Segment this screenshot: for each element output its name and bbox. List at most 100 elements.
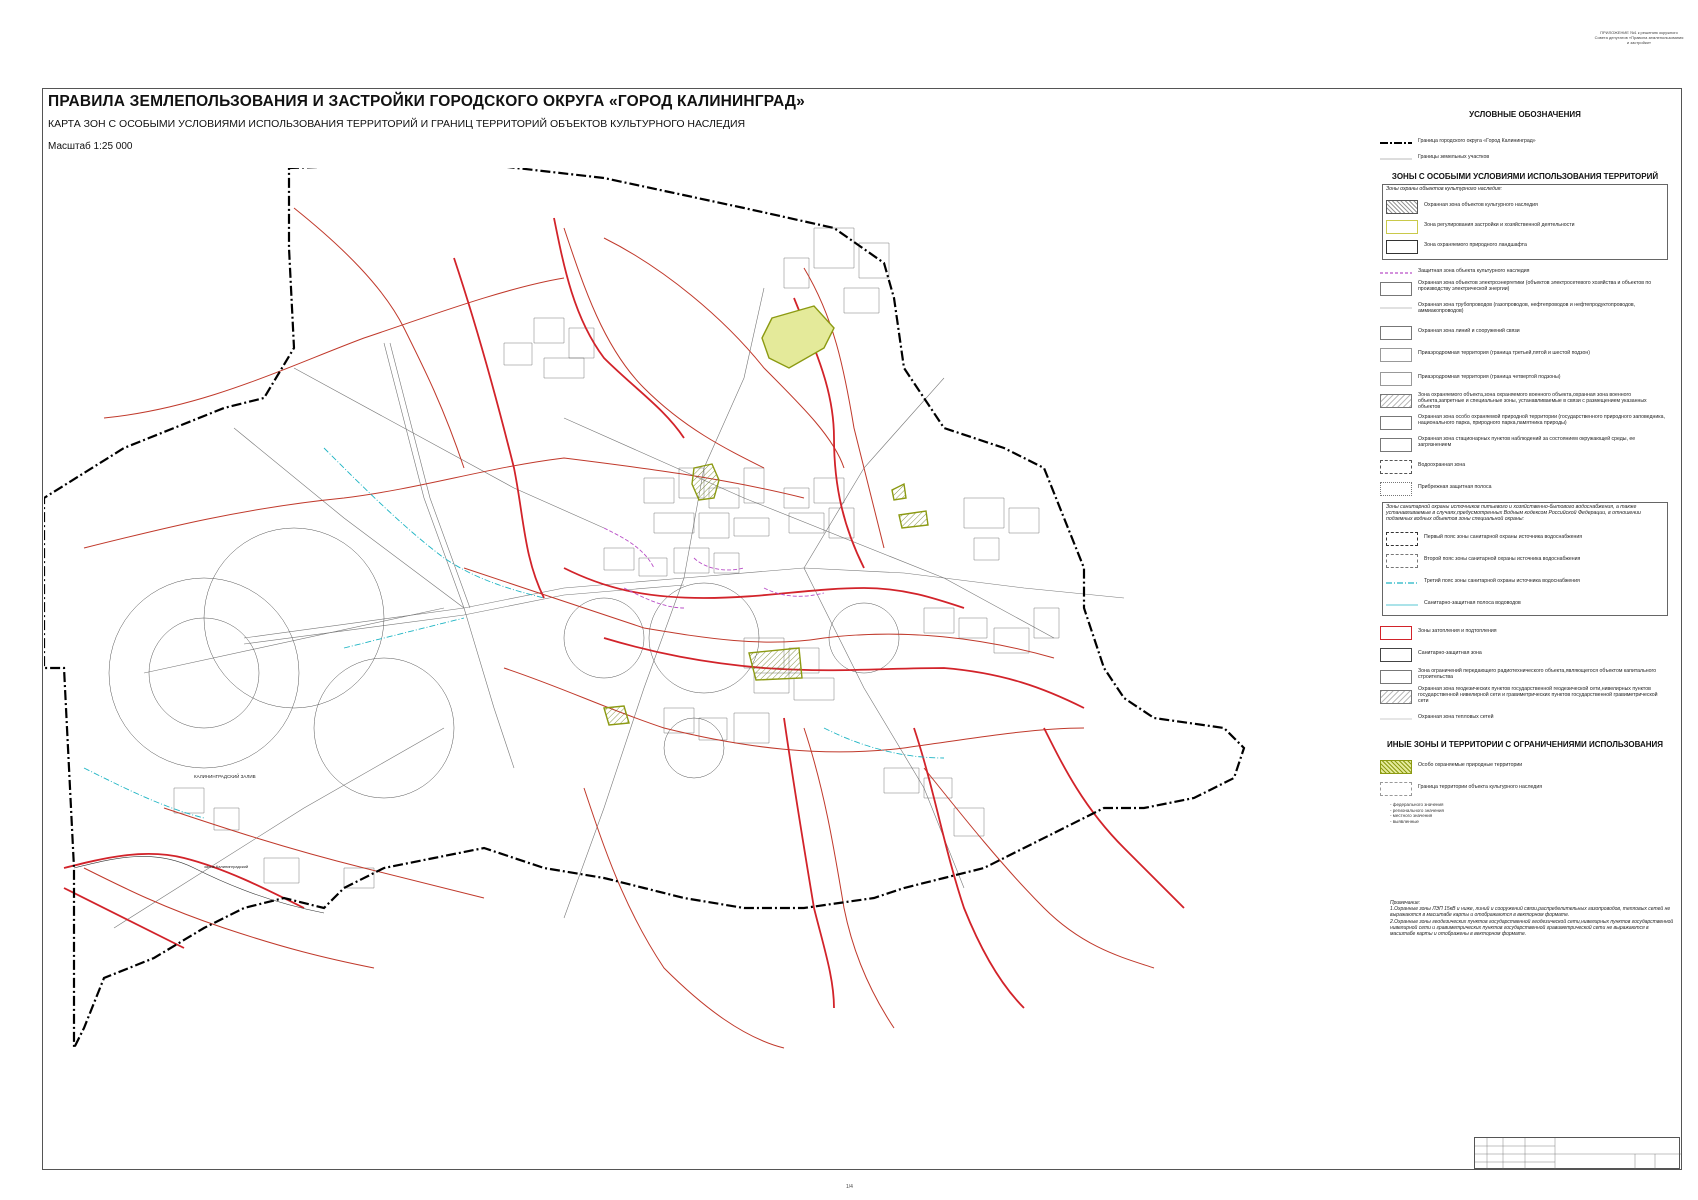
outline-symbol	[1380, 372, 1412, 386]
legend-item-sanitary-protection: Санитарно-защитная зона	[1380, 646, 1670, 666]
legend-item-heritage-landscape: Зона охраняемого природного ландшафта	[1386, 238, 1676, 258]
legend-item-monitoring: Охранная зона стационарных пунктов наблю…	[1380, 436, 1670, 456]
heritage-box-caption: Зоны охраны объектов культурного наследи…	[1386, 186, 1502, 192]
sanitary-zones	[83, 447, 945, 819]
hatch-symbol	[1380, 690, 1412, 704]
yellow-outline-symbol	[1386, 220, 1418, 234]
legend-label: Прибрежная защитная полоса	[1418, 484, 1492, 490]
outline-symbol	[1380, 282, 1412, 296]
hatch-symbol	[1386, 200, 1418, 214]
approval-note: ПРИЛОЖЕНИЕ №1 к решению окружного Совета…	[1594, 30, 1684, 45]
road-network	[113, 287, 1125, 929]
legend-label: Зоны затопления и подтопления	[1418, 628, 1497, 634]
legend-item-water-protect: Водоохранная зона	[1380, 458, 1670, 478]
legend-item-radio: Зона ограничений передающего радиотехнич…	[1380, 668, 1670, 688]
category-identified: - выявленные	[1390, 818, 1419, 824]
protected-natural-areas	[603, 305, 929, 726]
legend-item-parcels: Границы земельных участков	[1380, 150, 1670, 170]
legend-item-heritage-territory: Граница территории объекта культурного н…	[1380, 780, 1670, 800]
legend-item-power: Охранная зона объектов электроэнергетики…	[1380, 280, 1670, 300]
legend-label: Первый пояс зоны санитарной охраны источ…	[1424, 534, 1583, 540]
parcel-line-symbol	[1380, 158, 1412, 160]
legend-label: Зона охраняемого объекта,зона охраняемог…	[1418, 392, 1647, 411]
zones-heading: ЗОНЫ С ОСОБЫМИ УСЛОВИЯМИ ИСПОЛЬЗОВАНИЯ Т…	[1391, 172, 1659, 181]
legend-label: Охранная зона линий и сооружений связи	[1418, 328, 1520, 334]
legend-item-comms: Охранная зона линий и сооружений связи	[1380, 324, 1670, 344]
bay-label-small: залив Калининградский	[204, 864, 248, 869]
water-protection-zones	[83, 207, 1155, 1049]
sanitary-box-caption: Зоны санитарной охраны источников питьев…	[1386, 504, 1641, 523]
land-parcels	[173, 227, 1060, 889]
note-1: 1.Охранные зоны ЛЭП 15кВ и ниже, линий и…	[1390, 906, 1671, 919]
legend-label: Границы земельных участков	[1418, 154, 1490, 160]
bay-label: КАЛИНИНГРАДСКИЙ ЗАЛИВ	[194, 772, 256, 779]
note-2: 2.Охранные зоны геодезических пунктов го…	[1390, 918, 1674, 938]
notes: Примечание: 1.Охранные зоны ЛЭП 15кВ и н…	[1390, 900, 1675, 937]
legend-item-sanitary-2: Второй пояс зоны санитарной охраны источ…	[1386, 552, 1676, 572]
dashed-symbol	[1386, 554, 1418, 568]
dashed-symbol	[1380, 460, 1412, 474]
legend-label: Защитная зона объекта культурного наслед…	[1418, 268, 1530, 274]
legend-label: Зона регулирования застройки и хозяйстве…	[1424, 222, 1575, 228]
legend-item-nature-protect: Охранная зона особо охраняемой природной…	[1380, 414, 1670, 434]
legend-label: Граница городского округа «Город Калинин…	[1418, 138, 1536, 144]
purple-dash-symbol	[1380, 272, 1412, 274]
black-outline-symbol	[1386, 240, 1418, 254]
legend-item-geodetic: Охранная зона геодезических пунктов госу…	[1380, 686, 1670, 708]
outline-symbol	[1380, 438, 1412, 452]
legend-label: Охранная зона геодезических пунктов госу…	[1418, 686, 1658, 705]
legend-label: Третий пояс зоны санитарной охраны источ…	[1424, 578, 1580, 584]
legend-heading: УСЛОВНЫЕ ОБОЗНАЧЕНИЯ	[1469, 110, 1581, 119]
map-subtitle: КАРТА ЗОН С ОСОБЫМИ УСЛОВИЯМИ ИСПОЛЬЗОВА…	[48, 118, 746, 130]
legend-item-sanitary-3: Третий пояс зоны санитарной охраны источ…	[1386, 574, 1676, 594]
legend-item-sanitary-1: Первый пояс зоны санитарной охраны источ…	[1386, 530, 1676, 550]
legend-label: Зона ограничений передающего радиотехнич…	[1418, 668, 1657, 681]
bay-shoreline	[73, 856, 325, 914]
map-scale: Масштаб 1:25 000	[48, 141, 133, 152]
outline-symbol	[1380, 326, 1412, 340]
legend-item-military: Зона охраняемого объекта,зона охраняемог…	[1380, 392, 1670, 412]
legend-label: Второй пояс зоны санитарной охраны источ…	[1424, 556, 1581, 562]
legend-item-shore-strip: Прибрежная защитная полоса	[1380, 480, 1670, 500]
dotted-symbol	[1380, 482, 1412, 496]
legend-label: Граница территории объекта культурного н…	[1418, 784, 1543, 790]
heat-line-symbol	[1380, 718, 1412, 720]
legend-item-heat: Охранная зона тепловых сетей	[1380, 710, 1670, 730]
dashed-symbol	[1380, 782, 1412, 796]
title-block-stamp	[1474, 1137, 1681, 1170]
pipeline-symbol	[1380, 307, 1412, 309]
legend-item-heritage-regulation: Зона регулирования застройки и хозяйстве…	[1386, 218, 1676, 238]
zoning-map[interactable]: КАЛИНИНГРАДСКИЙ ЗАЛИВ залив Калининградс…	[44, 168, 1274, 1168]
legend-label: Охранная зона трубопроводов (газопроводо…	[1418, 302, 1636, 315]
red-outline-symbol	[1380, 626, 1412, 640]
page-number: 1/4	[846, 1184, 853, 1190]
legend-item-sanitary-pipes: Санитарно-защитная полоса водоводов	[1386, 596, 1676, 616]
city-boundary	[44, 168, 1246, 1049]
legend-item-nature-areas: Особо охраняемые природные территории	[1380, 758, 1670, 778]
legend-label: Охранная зона тепловых сетей	[1418, 714, 1494, 720]
legend-item-pipelines: Охранная зона трубопроводов (газопроводо…	[1380, 302, 1670, 322]
legend-label: Охранная зона стационарных пунктов наблю…	[1418, 436, 1636, 449]
stamp-grid	[1475, 1138, 1681, 1170]
city-boundary-symbol	[1380, 142, 1412, 144]
dashed-symbol	[1386, 532, 1418, 546]
legend-label: Приаэродромная территория (граница треть…	[1418, 350, 1590, 356]
legend-label: Санитарно-защитная зона	[1418, 650, 1482, 656]
cyan-line-symbol	[1386, 604, 1418, 606]
cyan-dash-symbol	[1386, 582, 1418, 584]
heritage-categories: - федерального значения - регионального …	[1390, 802, 1444, 824]
outline-symbol	[1380, 648, 1412, 662]
legend-label: Зона охраняемого природного ландшафта	[1424, 242, 1527, 248]
legend-label: Охранная зона объектов культурного насле…	[1424, 202, 1538, 208]
hatch-symbol	[1380, 394, 1412, 408]
legend-label: Приаэродромная территория (граница четве…	[1418, 374, 1561, 380]
category-federal: - федерального значения	[1390, 802, 1444, 807]
legend-label: Санитарно-защитная полоса водоводов	[1424, 600, 1521, 606]
green-hatch-symbol	[1380, 760, 1412, 774]
outline-symbol	[1380, 348, 1412, 362]
other-zones-heading: ИНЫЕ ЗОНЫ И ТЕРРИТОРИИ С ОГРАНИЧЕНИЯМИ И…	[1386, 740, 1664, 749]
outline-symbol	[1380, 416, 1412, 430]
legend-label: Охранная зона объектов электроэнергетики…	[1418, 280, 1652, 293]
legend-label: Водоохранная зона	[1418, 462, 1466, 468]
outline-symbol	[1380, 670, 1412, 684]
